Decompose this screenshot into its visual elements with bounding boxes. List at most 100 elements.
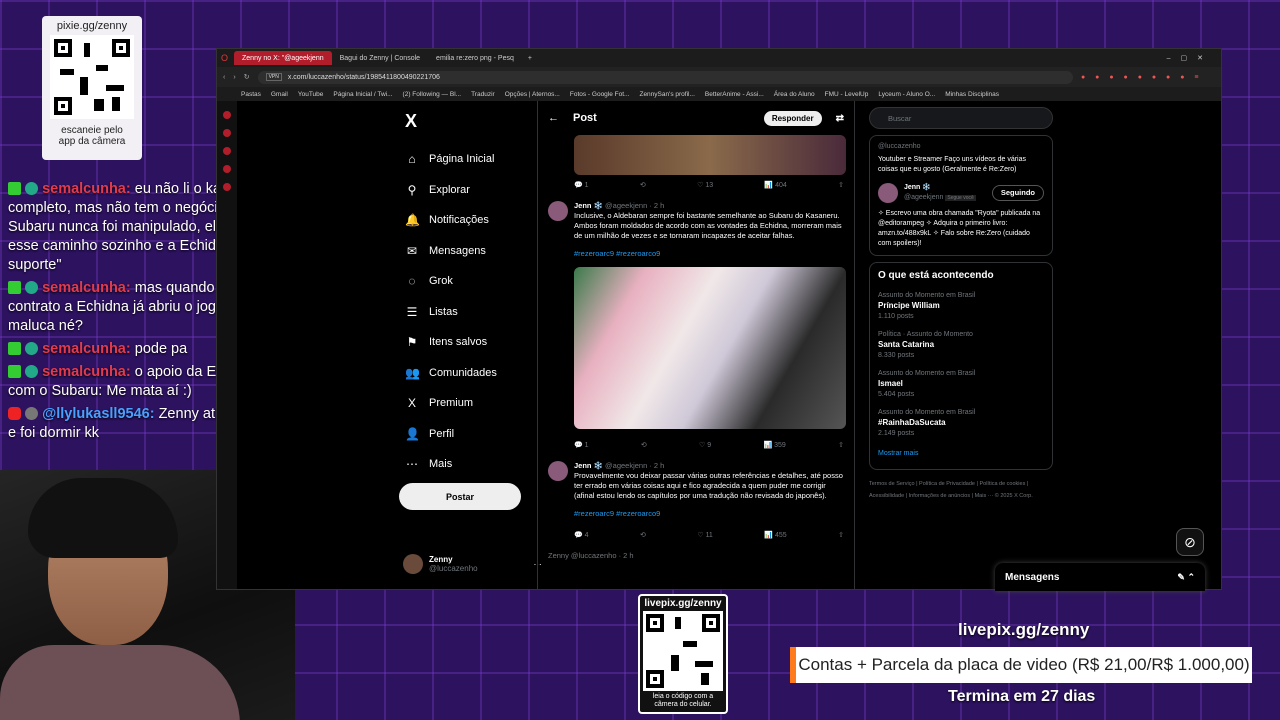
view-count[interactable]: 📊 359 <box>763 441 785 449</box>
nav-label: Premium <box>429 397 474 410</box>
qr-card-top: pixie.gg/zenny escaneie pelo app da câme… <box>42 16 142 160</box>
tweet-hashtags[interactable]: #rezeroarc9 #rezeroarco9 <box>574 509 844 519</box>
nav-notifications[interactable]: 🔔 Notificações <box>397 205 547 236</box>
sidebar-icon[interactable] <box>223 129 231 137</box>
trend-posts: 5.404 posts <box>878 391 915 398</box>
bookmark[interactable]: Página Inicial / Twi... <box>333 91 392 98</box>
back-icon[interactable]: ‹ <box>223 74 225 81</box>
following-button[interactable]: Seguindo <box>991 185 1044 201</box>
nav-communities[interactable]: 👥 Comunidades <box>397 358 547 389</box>
tweet[interactable]: Zenny @luccazenho · 2 h <box>538 545 854 567</box>
reply-count[interactable]: 💬 1 <box>574 441 589 449</box>
share-icon[interactable]: ⇧ <box>838 531 844 539</box>
reply-button[interactable]: Responder <box>763 110 822 126</box>
post-button[interactable]: Postar <box>399 483 521 510</box>
reload-icon[interactable]: ↻ <box>244 73 250 81</box>
retweet-icon[interactable]: ⟲ <box>641 441 647 449</box>
sidebar-icon[interactable] <box>223 111 231 119</box>
nav-premium[interactable]: X Premium <box>397 388 547 419</box>
bookmark[interactable]: Lyceum - Aluno O... <box>878 91 935 98</box>
messages-drawer[interactable]: Mensagens ✎ ⌃ <box>995 563 1205 591</box>
view-count[interactable]: 📊 455 <box>764 531 786 539</box>
nav-more[interactable]: ⋯ Mais <box>397 449 547 480</box>
trend-name: Príncipe William <box>878 301 940 310</box>
nav-bookmarks[interactable]: ⚑ Itens salvos <box>397 327 547 358</box>
extension-icons[interactable]: ● ● ● ● ● ● ● ● ≡ <box>1081 74 1221 81</box>
new-tab-icon[interactable]: + <box>528 55 532 62</box>
trend-item[interactable]: Assunto do Momento em Brasil Ismael 5.404 … <box>878 369 1044 400</box>
bookmark[interactable]: Traduzir <box>471 91 495 98</box>
goal-bar: Contas + Parcela da placa de video (R$ 2… <box>790 647 1252 683</box>
sidebar-icon[interactable] <box>223 147 231 155</box>
nav-grok[interactable]: ◌ Grok <box>397 266 547 297</box>
bookmark[interactable]: Gmail <box>271 91 288 98</box>
tab-console[interactable]: Bagui do Zenny | Console <box>332 51 428 65</box>
bookmark[interactable]: BetterAnime - Assi... <box>705 91 764 98</box>
nav-lists[interactable]: ☰ Listas <box>397 297 547 328</box>
window-controls[interactable]: –▢✕ <box>1167 54 1213 62</box>
forward-icon[interactable]: › <box>233 74 235 81</box>
nav-messages[interactable]: ✉ Mensagens <box>397 236 547 267</box>
trend-item[interactable]: Assunto do Momento em Brasil Príncipe Wil… <box>878 291 1044 322</box>
search-input[interactable]: Buscar <box>869 107 1053 129</box>
trends-card: O que está acontecendo Assunto do Moment… <box>869 262 1053 470</box>
nav-label: Mensagens <box>429 244 486 257</box>
account-switcher[interactable]: Zenny @luccazenho ⋯ <box>403 554 542 574</box>
nav-explore[interactable]: ⚲ Explorar <box>397 175 547 206</box>
tab-x-post[interactable]: Zenny no X: "@ageekjenn <box>234 51 332 65</box>
bookmark[interactable]: Pastas <box>241 91 261 98</box>
bookmark[interactable]: Fotos - Google Fot... <box>570 91 630 98</box>
tweet[interactable]: Jenn ❄️ @ageekjenn · 2 h Provavelmente v… <box>538 455 854 525</box>
like-count[interactable]: ♡ 13 <box>697 181 713 189</box>
settings-icon[interactable]: ⇄ <box>836 113 844 124</box>
bookmark[interactable]: FMU - LevelUp <box>825 91 869 98</box>
tweet[interactable]: Jenn ❄️ @ageekjenn · 2 h Inclusive, o Al… <box>538 195 854 435</box>
share-icon[interactable]: ⇧ <box>838 181 844 189</box>
compose-icon[interactable]: ✎ ⌃ <box>1177 572 1195 583</box>
tweet-image[interactable] <box>574 135 846 175</box>
like-count[interactable]: ♡ 11 <box>697 531 713 539</box>
bookmark[interactable]: YouTube <box>298 91 324 98</box>
share-icon[interactable]: ⇧ <box>838 441 844 449</box>
sidebar-icon[interactable] <box>223 183 231 191</box>
chat-username: semalcunha: <box>42 181 131 197</box>
people-icon: 👥 <box>405 365 420 380</box>
goal-url: livepix.gg/zenny <box>958 620 1090 639</box>
reply-count[interactable]: 💬 4 <box>574 531 589 539</box>
back-arrow-icon[interactable]: ← <box>548 112 559 124</box>
count: 4 <box>584 532 589 539</box>
home-icon: ⌂ <box>408 152 416 167</box>
reply-count[interactable]: 💬 1 <box>574 181 589 189</box>
view-count[interactable]: 📊 404 <box>764 181 786 189</box>
nav-profile[interactable]: 👤 Perfil <box>397 419 547 450</box>
grok-icon[interactable]: ⊘ <box>1176 528 1204 556</box>
x-logo-icon[interactable]: X <box>405 111 547 132</box>
tab-search[interactable]: emilia re:zero png - Pesq <box>428 51 522 65</box>
sidebar-icon[interactable] <box>223 165 231 173</box>
count: 455 <box>774 532 787 539</box>
opera-icon[interactable]: O <box>221 53 228 63</box>
nav-home[interactable]: ⌂ Página Inicial <box>397 144 547 175</box>
tweet-author: Jenn ❄️ <box>574 201 603 210</box>
bookmark-icon: ⚑ <box>406 335 418 350</box>
bookmark[interactable]: Opções | Aternos... <box>505 91 560 98</box>
vpn-badge[interactable]: VPN <box>265 73 282 81</box>
like-count[interactable]: ♡ 9 <box>699 441 711 449</box>
bookmark[interactable]: ZennySan's profil... <box>639 91 694 98</box>
footer-links[interactable]: Termos de Serviço | Política de Privacid… <box>869 478 1053 502</box>
tweet-hashtags[interactable]: #rezeroarc9 #rezeroarco9 <box>574 249 846 259</box>
tweet-image[interactable] <box>574 267 846 429</box>
bookmark[interactable]: Área do Aluno <box>774 91 815 98</box>
profile-handle: @ageekjenn <box>904 194 944 201</box>
retweet-icon[interactable]: ⟲ <box>640 531 646 539</box>
bookmark[interactable]: (2) Following — Bl... <box>403 91 462 98</box>
show-more-link[interactable]: Mostrar mais <box>878 449 1044 459</box>
url-field[interactable]: VPN x.com/luccazenho/status/1985411800490… <box>257 70 1073 84</box>
trend-item[interactable]: Assunto do Momento em Brasil #RainhaDaSuc… <box>878 408 1044 439</box>
bookmark[interactable]: Minhas Disciplinas <box>945 91 999 98</box>
retweet-icon[interactable]: ⟲ <box>640 181 646 189</box>
trend-item[interactable]: Política · Assunto do Momento Santa Catar… <box>878 330 1044 361</box>
webcam-person-shirt <box>0 645 240 720</box>
tweet-author: Jenn ❄️ <box>574 461 603 470</box>
profile-handle: @luccazenho <box>878 143 921 150</box>
